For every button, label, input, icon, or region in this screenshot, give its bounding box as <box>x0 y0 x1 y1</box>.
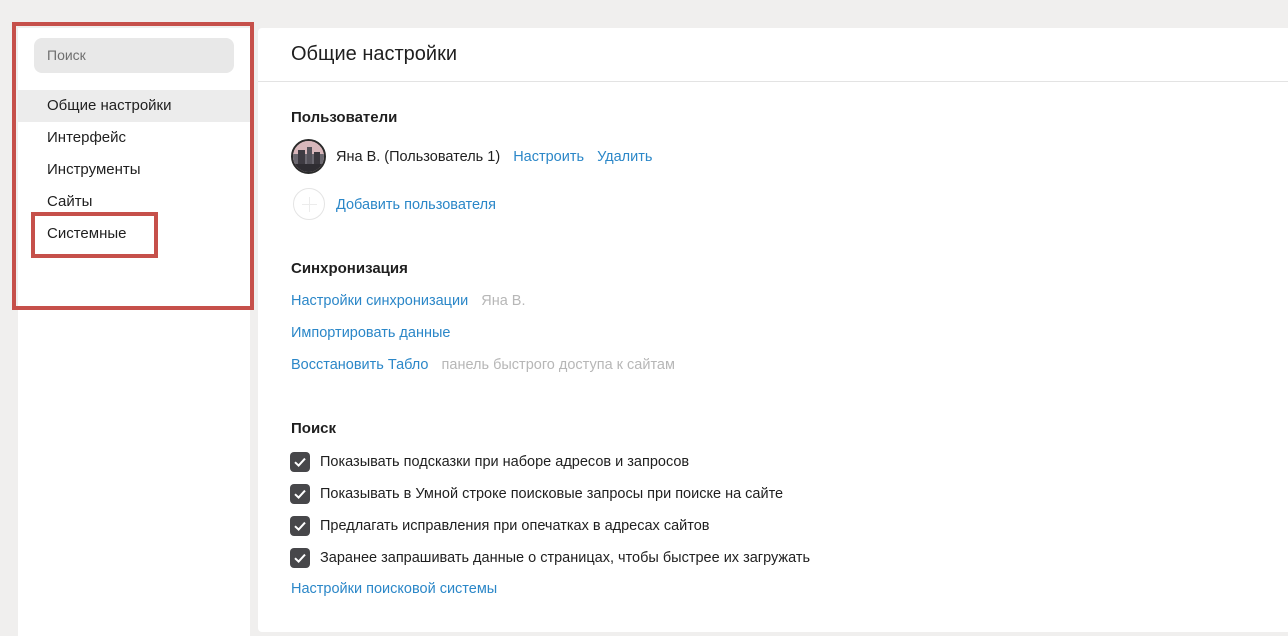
sync-heading: Синхронизация <box>291 260 408 277</box>
sidebar-item-general[interactable]: Общие настройки <box>18 90 250 122</box>
settings-search-input[interactable]: Поиск <box>34 38 234 73</box>
checkbox-checked-icon[interactable] <box>290 516 310 536</box>
sidebar-item-sites[interactable]: Сайты <box>18 186 250 218</box>
search-engine-settings-link[interactable]: Настройки поисковой системы <box>291 581 497 597</box>
restore-tablo-hint: панель быстрого доступа к сайтам <box>441 357 675 373</box>
users-heading: Пользователи <box>291 109 398 126</box>
settings-panel: Общие настройки Пользователи Яна В. (Пол… <box>258 28 1288 632</box>
current-user-row: Яна В. (Пользователь 1) Настроить Удалит… <box>336 149 661 165</box>
search-heading: Поиск <box>291 420 337 437</box>
sidebar: Поиск Общие настройки Интерфейс Инструме… <box>18 28 250 636</box>
add-user-link[interactable]: Добавить пользователя <box>336 197 496 213</box>
sync-account-hint: Яна В. <box>481 293 526 309</box>
sidebar-item-interface[interactable]: Интерфейс <box>18 122 250 154</box>
search-option-row[interactable]: Заранее запрашивать данные о страницах, … <box>290 548 810 568</box>
user-avatar[interactable] <box>291 139 326 174</box>
add-user-plus-icon[interactable] <box>293 188 325 220</box>
search-option-row[interactable]: Показывать в Умной строке поисковые запр… <box>290 484 783 504</box>
checkbox-checked-icon[interactable] <box>290 484 310 504</box>
search-option-label: Показывать подсказки при наборе адресов … <box>320 454 690 470</box>
import-data-link[interactable]: Импортировать данные <box>291 325 450 341</box>
search-option-label: Показывать в Умной строке поисковые запр… <box>320 486 784 502</box>
configure-user-link[interactable]: Настроить <box>513 149 584 165</box>
avatar-photo-icon <box>293 141 324 172</box>
sync-settings-row: Настройки синхронизации Яна В. <box>291 293 526 309</box>
restore-tablo-row: Восстановить Табло панель быстрого досту… <box>291 357 675 373</box>
search-option-row[interactable]: Предлагать исправления при опечатках в а… <box>290 516 710 536</box>
search-option-label: Предлагать исправления при опечатках в а… <box>320 518 710 534</box>
sidebar-item-system[interactable]: Системные <box>18 218 250 250</box>
sidebar-nav: Общие настройки Интерфейс Инструменты Са… <box>18 90 250 250</box>
restore-tablo-link[interactable]: Восстановить Табло <box>291 357 429 373</box>
current-user-name: Яна В. (Пользователь 1) <box>336 149 501 165</box>
sync-settings-link[interactable]: Настройки синхронизации <box>291 293 468 309</box>
search-option-row[interactable]: Показывать подсказки при наборе адресов … <box>290 452 689 472</box>
page-title: Общие настройки <box>291 43 457 65</box>
delete-user-link[interactable]: Удалить <box>597 149 652 165</box>
search-option-label: Заранее запрашивать данные о страницах, … <box>320 550 811 566</box>
checkbox-checked-icon[interactable] <box>290 452 310 472</box>
checkbox-checked-icon[interactable] <box>290 548 310 568</box>
sidebar-item-tools[interactable]: Инструменты <box>18 154 250 186</box>
